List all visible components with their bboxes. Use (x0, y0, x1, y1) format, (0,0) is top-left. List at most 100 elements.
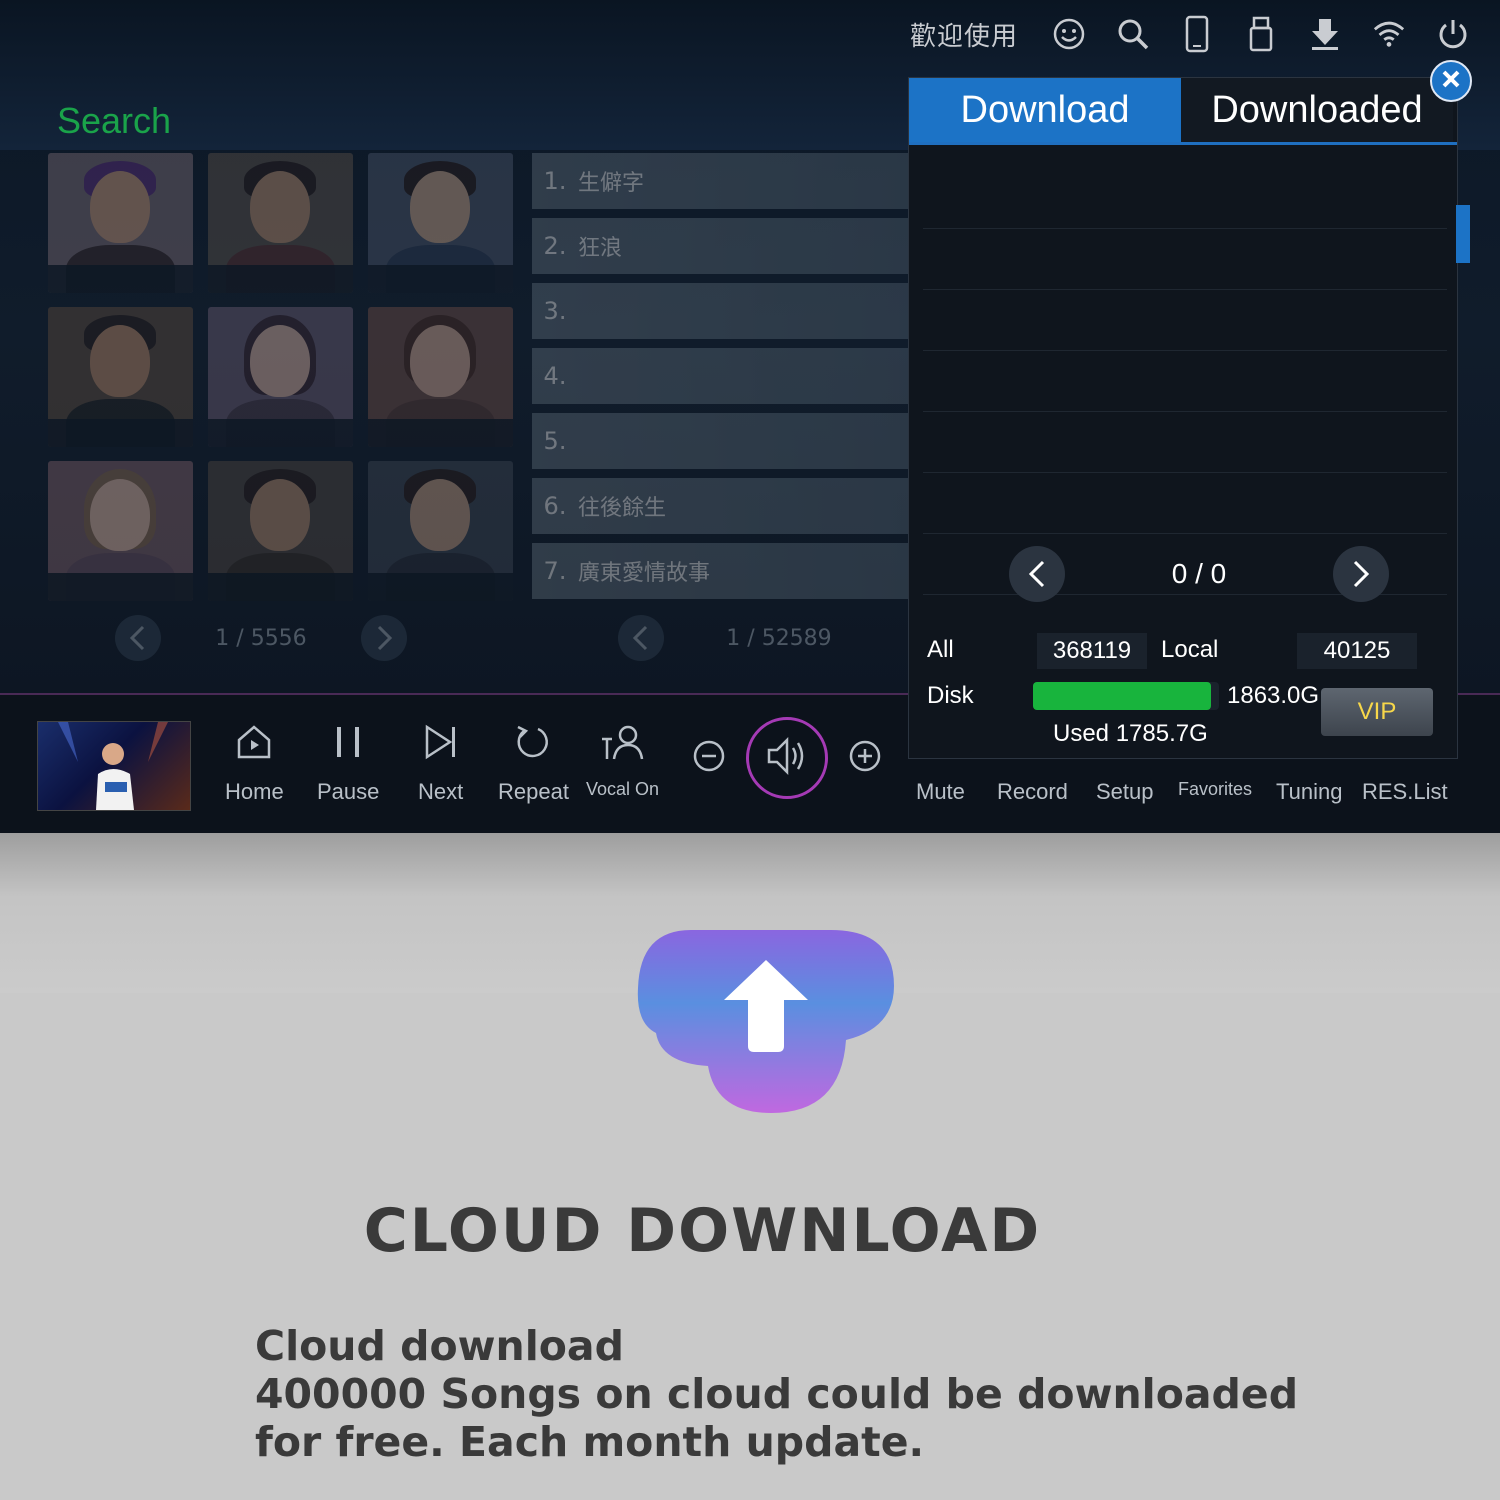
song-row[interactable]: 4. (532, 348, 912, 404)
all-label: All (927, 636, 954, 663)
artist-name (208, 265, 353, 293)
download-tabs: Download Downloaded (909, 78, 1457, 145)
speaker-icon (765, 734, 809, 782)
tuning-label: Tuning (1276, 779, 1343, 804)
song-number: 3. (543, 297, 567, 325)
download-panel: Download Downloaded 0 / 0 All 368119 Loc… (908, 77, 1458, 759)
local-label: Local (1161, 636, 1219, 663)
search-icon[interactable] (1116, 17, 1150, 51)
welcome-text: 歡迎使用 (909, 21, 1018, 52)
repeat-label: Repeat (498, 779, 569, 804)
next-button[interactable]: Next (418, 717, 463, 805)
song-number: 2. (543, 232, 567, 260)
wifi-icon[interactable] (1372, 17, 1406, 51)
chevron-left-icon[interactable] (1009, 546, 1065, 602)
power-icon[interactable] (1436, 17, 1470, 51)
artist-tile[interactable] (48, 461, 193, 601)
list-item[interactable] (923, 351, 1447, 412)
list-item[interactable] (923, 168, 1447, 229)
vip-button[interactable]: VIP (1321, 688, 1433, 736)
tab-download[interactable]: Download (909, 78, 1181, 142)
list-item[interactable] (923, 473, 1447, 534)
artist-tile[interactable] (208, 461, 353, 601)
song-list: 1. 生僻字 2. 狂浪 3. 4. 5. 6. 往後餘生 7. 廣東愛情故事 (532, 153, 912, 608)
song-row[interactable]: 2. 狂浪 (532, 218, 912, 274)
volume-down-icon[interactable] (692, 739, 726, 777)
list-item[interactable] (923, 229, 1447, 290)
all-count: 368119 (1037, 633, 1147, 669)
song-number: 6. (543, 492, 567, 520)
chevron-right-icon[interactable] (361, 615, 407, 661)
close-panel-button[interactable] (1430, 60, 1472, 102)
promo-headline: CLOUD DOWNLOAD (363, 1196, 1042, 1266)
volume-up-icon[interactable] (848, 739, 882, 777)
phone-icon[interactable] (1180, 15, 1214, 53)
song-row[interactable]: 1. 生僻字 (532, 153, 912, 209)
song-number: 5. (543, 427, 567, 455)
song-number: 4. (543, 362, 567, 390)
artist-tile[interactable] (48, 307, 193, 447)
song-title: 生僻字 (578, 171, 645, 196)
panel-scrollbar[interactable] (1456, 205, 1470, 263)
artist-name (368, 265, 513, 293)
download-arrow-icon[interactable] (1308, 17, 1342, 51)
download-list (923, 168, 1447, 595)
list-item[interactable] (923, 290, 1447, 351)
song-number: 1. (543, 167, 567, 195)
artist-tile[interactable] (48, 153, 193, 293)
artist-name (208, 419, 353, 447)
artist-name (208, 573, 353, 601)
setup-label: Setup (1096, 779, 1154, 804)
song-row[interactable]: 5. (532, 413, 912, 469)
home-button[interactable]: Home (225, 717, 284, 805)
home-label: Home (225, 779, 284, 804)
song-title: 廣東愛情故事 (578, 561, 711, 586)
artist-tile[interactable] (208, 307, 353, 447)
song-title: 狂浪 (578, 236, 623, 261)
next-icon (422, 717, 460, 767)
disk-usage-bar (1033, 682, 1219, 710)
song-row[interactable]: 6. 往後餘生 (532, 478, 912, 534)
tab-downloaded[interactable]: Downloaded (1181, 78, 1453, 142)
search-heading[interactable]: Search (57, 100, 171, 142)
volume-button[interactable] (746, 717, 828, 799)
artist-pager: 1 / 5556 (115, 615, 407, 661)
now-playing-thumbnail[interactable] (37, 721, 191, 811)
usb-icon[interactable] (1244, 16, 1278, 52)
artist-tile[interactable] (368, 307, 513, 447)
chevron-left-icon[interactable] (618, 615, 664, 661)
pause-button[interactable]: Pause (317, 717, 379, 805)
smile-icon[interactable] (1052, 17, 1086, 51)
res-list-label: RES.List (1362, 779, 1448, 804)
artist-tile[interactable] (368, 153, 513, 293)
download-page-count: 0 / 0 (1171, 558, 1227, 589)
repeat-button[interactable]: Repeat (498, 717, 569, 805)
artist-tile[interactable] (208, 153, 353, 293)
artist-name (48, 265, 193, 293)
chevron-left-icon[interactable] (115, 615, 161, 661)
chevron-right-icon[interactable] (1332, 546, 1389, 602)
home-icon (235, 717, 273, 767)
disk-label: Disk (927, 682, 974, 709)
artist-name (368, 419, 513, 447)
karaoke-app-screen: 歡迎使用 Search 1 / 5556 1. 生僻字 2. 狂浪 3. 4. … (0, 0, 1500, 833)
pause-icon (331, 717, 365, 767)
song-row[interactable]: 7. 廣東愛情故事 (532, 543, 912, 599)
promo-line: for free. Each month update. (255, 1418, 925, 1466)
record-label: Record (997, 779, 1068, 804)
cloud-upload-icon (637, 930, 894, 1113)
artist-name (368, 573, 513, 601)
song-row[interactable]: 3. (532, 283, 912, 339)
artist-tile[interactable] (368, 461, 513, 601)
close-icon (1440, 68, 1462, 94)
song-number: 7. (543, 557, 567, 585)
local-count: 40125 (1297, 633, 1417, 669)
promo-body: Cloud download 400000 Songs on cloud cou… (255, 1322, 1355, 1466)
artist-name (48, 573, 193, 601)
favorites-label: Favorites (1178, 779, 1253, 799)
status-bar: 歡迎使用 (910, 14, 1470, 54)
mute-label: Mute (916, 779, 965, 804)
list-item[interactable] (923, 412, 1447, 473)
repeat-icon (514, 717, 552, 767)
vocal-on-button[interactable]: Vocal On (586, 717, 659, 800)
